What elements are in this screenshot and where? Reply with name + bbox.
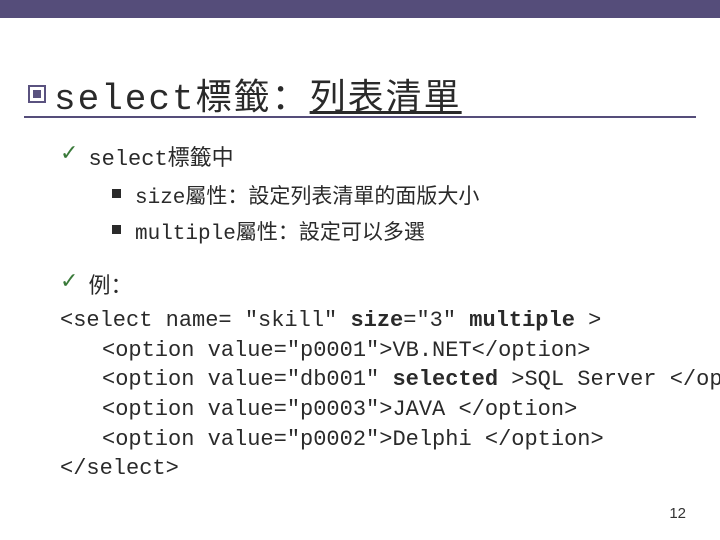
code-seg: >: [575, 308, 601, 333]
code-line-6: </select>: [60, 454, 690, 484]
code-bold-size: size: [350, 308, 403, 333]
slide-title: select標籤：列表清單: [28, 68, 462, 120]
bullet-item-2: ✓ 例：: [60, 268, 690, 300]
code-seg: <option value="db001": [102, 367, 392, 392]
title-text: select標籤：列表清單: [54, 68, 462, 120]
code-seg: <option value="p0003">JAVA </option>: [102, 397, 577, 422]
square-bullet-icon: [112, 225, 121, 234]
code-seg: <option value="p0002">Delphi </option>: [102, 427, 604, 452]
code-example: <select name= "skill" size="3" multiple …: [60, 306, 690, 484]
sub-item-2: multiple屬性：設定可以多選: [112, 216, 690, 246]
title-main: 列表清單: [310, 79, 462, 120]
check-icon: ✓: [60, 140, 78, 166]
sub-item-1: size屬性：設定列表清單的面版大小: [112, 180, 690, 210]
page-number: 12: [669, 505, 686, 522]
sub-2-text: multiple屬性：設定可以多選: [135, 216, 425, 246]
sub-1-text: size屬性：設定列表清單的面版大小: [135, 180, 479, 210]
bullet-1-text: select標籤中: [88, 140, 233, 172]
check-icon: ✓: [60, 268, 78, 294]
code-bold-selected: selected: [392, 367, 498, 392]
slide-top-bar: [0, 0, 720, 18]
code-seg: <option value="p0001">VB.NET</option>: [102, 338, 590, 363]
square-bullet-icon: [112, 189, 121, 198]
code-line-4: <option value="p0003">JAVA </option>: [60, 395, 690, 425]
bullet-item-1: ✓ select標籤中: [60, 140, 690, 172]
code-line-1: <select name= "skill" size="3" multiple …: [60, 306, 690, 336]
code-line-2: <option value="p0001">VB.NET</option>: [60, 336, 690, 366]
bullet-2-text: 例：: [88, 268, 132, 300]
sub-list: size屬性：設定列表清單的面版大小 multiple屬性：設定可以多選: [112, 180, 690, 246]
code-line-3: <option value="db001" selected >SQL Serv…: [60, 365, 690, 395]
code-line-5: <option value="p0002">Delphi </option>: [60, 425, 690, 455]
code-seg: ="3": [403, 308, 469, 333]
slide-content: ✓ select標籤中 size屬性：設定列表清單的面版大小 multiple屬…: [60, 140, 690, 484]
code-seg: >SQL Server </option>: [498, 367, 720, 392]
title-prefix: select標籤：: [54, 79, 310, 120]
code-seg: </select>: [60, 456, 179, 481]
code-seg: <select name= "skill": [60, 308, 350, 333]
title-bullet-icon: [28, 85, 46, 103]
code-bold-multiple: multiple: [469, 308, 575, 333]
